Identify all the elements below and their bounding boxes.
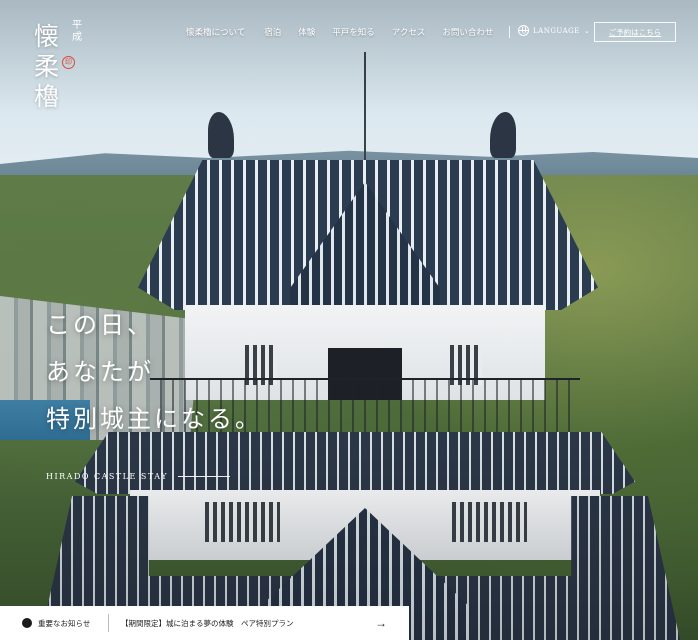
nav-item-experience[interactable]: 体験 [298,26,315,38]
nav-item-hirado[interactable]: 平戸を知る [332,26,375,38]
nav-divider [509,26,511,38]
nav-item-contact[interactable]: お問い合わせ [442,26,493,38]
news-bar[interactable]: ! 重要なお知らせ 【期間限定】城に泊まる夢の体験 ペア特別プラン → [0,606,409,640]
news-tag-label: 重要なお知らせ [38,618,91,628]
exclamation-icon: ! [22,618,32,628]
language-selector[interactable]: LANGUAGE ⌄ [518,25,590,36]
news-tag: ! 重要なお知らせ [0,618,108,629]
hero-line-2: あなたが [46,358,154,386]
main-nav: 懐柔櫓について 宿泊 体験 平戸を知る アクセス お問い合わせ [186,24,511,40]
arrow-right-icon[interactable]: → [375,616,409,630]
reserve-button[interactable]: ご予約はこちら [594,22,676,42]
news-headline[interactable]: 【期間限定】城に泊まる夢の体験 ペア特別プラン [121,618,375,629]
nav-item-access[interactable]: アクセス [392,26,426,38]
language-label: LANGUAGE [533,26,580,35]
hero-headline: この日、 あなたが 特別城主になる。 [46,302,262,443]
nav-item-about[interactable]: 懐柔櫓について [186,26,245,38]
nav-item-stay[interactable]: 宿泊 [264,26,281,38]
news-separator [108,614,109,632]
hero-caption-text: HIRADO CASTLE STAY [46,472,168,481]
hero-caption: HIRADO CASTLE STAY [46,472,230,481]
globe-icon [518,25,529,36]
logo-era: 平成 [72,20,82,43]
hero-line-1: この日、 [46,311,154,339]
chevron-down-icon: ⌄ [583,26,591,35]
site-logo[interactable]: 懐柔櫓 平成 印 [34,18,92,111]
hero-line-3: 特別城主になる。 [46,405,262,433]
caption-rule [177,476,230,477]
logo-seal: 印 [62,56,75,69]
